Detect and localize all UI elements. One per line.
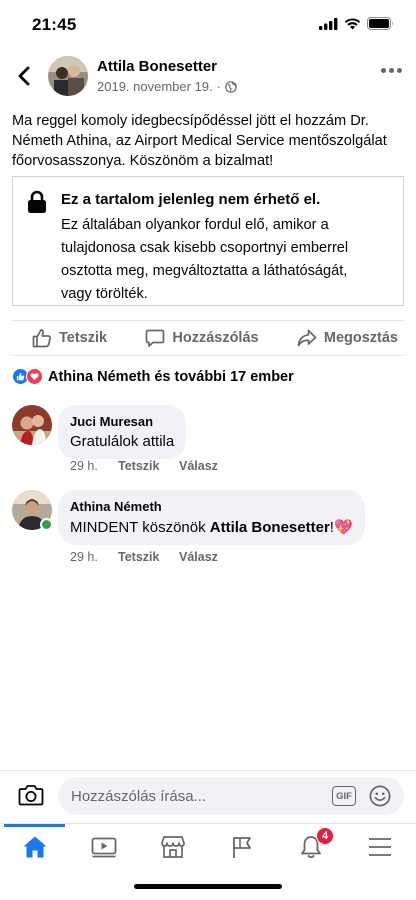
lock-icon	[28, 190, 46, 213]
comment-meta: 29 h. Tetszik Válasz	[70, 550, 218, 564]
comment-time[interactable]: 29 h.	[70, 459, 118, 473]
chevron-left-icon	[18, 66, 30, 86]
video-icon	[91, 837, 116, 858]
status-icons	[319, 17, 394, 30]
tab-watch[interactable]	[69, 824, 138, 870]
commenter-name[interactable]: Juci Muresan	[70, 414, 174, 429]
share-icon	[297, 329, 317, 347]
bottom-tab-bar: 4	[0, 823, 416, 869]
reactions-summary[interactable]: Athina Németh és további 17 ember	[12, 368, 294, 385]
status-time: 21:45	[32, 15, 77, 34]
home-icon	[23, 836, 46, 858]
camera-icon[interactable]	[18, 784, 44, 806]
reactions-text: Athina Németh és további 17 ember	[48, 368, 294, 385]
comment-label: Hozzászólás	[172, 330, 259, 346]
comment-icon	[146, 329, 165, 347]
post-text: Ma reggel komoly idegbecsípődéssel jött …	[12, 113, 387, 169]
comment-item: Juci Muresan Gratulálok attila 29 h. Tet…	[12, 405, 404, 477]
comment-like-button[interactable]: Tetszik	[118, 550, 179, 564]
unavailable-title: Ez a tartalom jelenleg nem érhető el.	[61, 191, 321, 208]
comment-button[interactable]: Hozzászólás	[145, 328, 259, 348]
author-avatar[interactable]	[48, 56, 88, 96]
post-author-name[interactable]: Attila Bonesetter	[97, 58, 217, 75]
post-actions: Tetszik Hozzászólás Megosztás	[12, 320, 404, 356]
comment-meta: 29 h. Tetszik Válasz	[70, 459, 218, 473]
wifi-icon	[344, 17, 361, 29]
unavailable-body: Ez általában olyankor fordul elő, amikor…	[61, 217, 349, 302]
tab-marketplace[interactable]	[138, 824, 207, 870]
thumbs-up-icon	[32, 329, 51, 348]
comment-composer: GIF	[0, 770, 416, 824]
comment-bubble[interactable]: Athina Németh MINDENT köszönök Attila Bo…	[58, 490, 365, 545]
comment-like-button[interactable]: Tetszik	[118, 459, 179, 473]
home-indicator[interactable]	[134, 884, 282, 889]
emoji-icon[interactable]	[369, 785, 391, 807]
comment-reply-button[interactable]: Válasz	[179, 459, 218, 473]
commenter-name[interactable]: Athina Németh	[70, 499, 353, 514]
comment-text-part: MINDENT köszönök	[70, 519, 210, 536]
comment-mention[interactable]: Attila Bonesetter	[210, 519, 330, 536]
comment-reply-button[interactable]: Válasz	[179, 550, 218, 564]
meta-separator: ·	[216, 79, 221, 94]
post-header: Attila Bonesetter 2019. november 19. ·	[0, 50, 416, 106]
comment-item: Athina Németh MINDENT köszönök Attila Bo…	[12, 490, 404, 568]
comment-bubble[interactable]: Juci Muresan Gratulálok attila	[58, 405, 187, 459]
gif-button[interactable]: GIF	[332, 786, 356, 806]
cellular-signal-icon	[319, 17, 338, 30]
back-button[interactable]	[10, 62, 38, 90]
post-meta: 2019. november 19. ·	[97, 79, 237, 94]
like-label: Tetszik	[59, 330, 108, 346]
comment-text: Gratulálok attila	[70, 433, 175, 450]
hamburger-menu-icon	[368, 838, 391, 856]
tab-home[interactable]	[0, 824, 69, 870]
comment-text: MINDENT köszönök Attila Bonesetter!💖	[70, 518, 353, 536]
share-button[interactable]: Megosztás	[297, 328, 398, 348]
commenter-avatar[interactable]	[12, 405, 52, 445]
share-label: Megosztás	[323, 330, 398, 346]
status-bar: 21:45	[0, 0, 416, 48]
unavailable-content-box: Ez a tartalom jelenleg nem érhető el. Ez…	[12, 176, 404, 306]
love-reaction-icon	[26, 368, 43, 385]
notification-badge: 4	[316, 827, 334, 845]
tab-notifications[interactable]: 4	[276, 824, 345, 870]
like-button[interactable]: Tetszik	[32, 328, 107, 348]
more-options-button[interactable]	[381, 68, 402, 73]
battery-icon	[367, 17, 393, 30]
flag-icon	[232, 837, 251, 858]
tab-pages[interactable]	[207, 824, 276, 870]
online-status-indicator	[40, 518, 53, 531]
post-date[interactable]: 2019. november 19.	[97, 79, 213, 94]
globe-icon	[225, 80, 237, 93]
tab-menu[interactable]	[345, 824, 414, 870]
comment-text-end: !💖	[329, 519, 353, 536]
comment-time[interactable]: 29 h.	[70, 550, 118, 564]
marketplace-icon	[160, 836, 185, 858]
